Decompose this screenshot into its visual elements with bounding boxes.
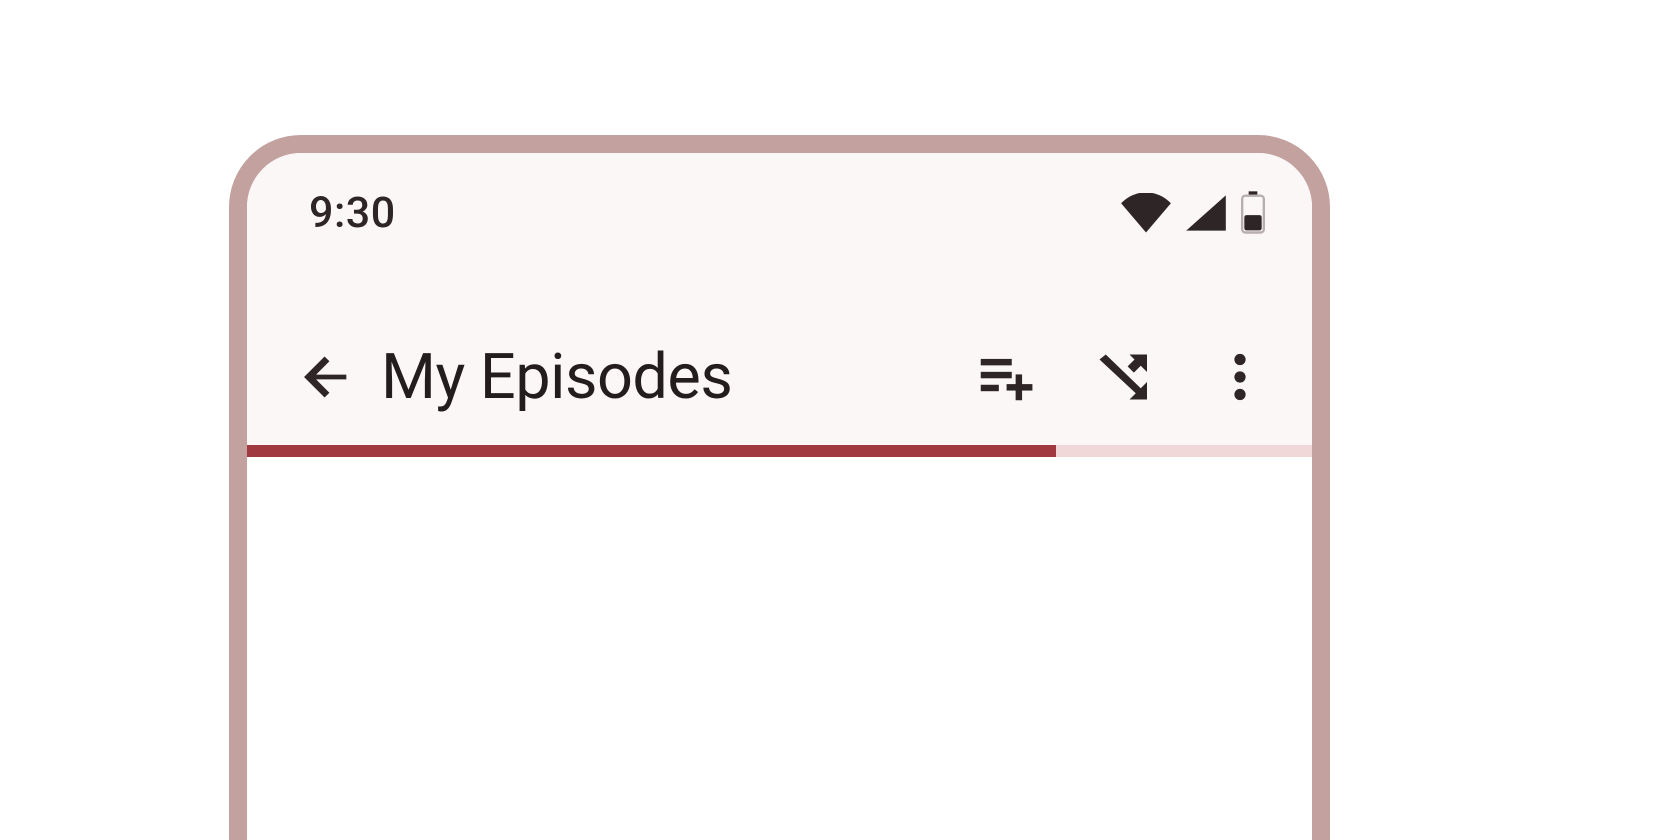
progress-bar-fill [247,445,1056,457]
more-vert-icon [1216,347,1264,407]
playlist-add-icon [973,346,1035,408]
progress-bar [247,445,1312,457]
playlist-add-button[interactable] [954,327,1054,427]
page-title: My Episodes [381,341,732,414]
back-arrow-icon [298,348,356,406]
device-frame: 9:30 [229,135,1330,840]
wifi-icon [1120,193,1172,233]
app-bar: My Episodes [247,309,1312,445]
signal-icon [1184,193,1228,233]
battery-icon [1240,191,1266,235]
shuffle-icon [1092,347,1152,407]
shuffle-button[interactable] [1072,327,1172,427]
more-button[interactable] [1190,327,1290,427]
status-time: 9:30 [309,188,396,238]
status-bar: 9:30 [247,153,1312,273]
screen: 9:30 [247,153,1312,840]
back-button[interactable] [277,327,377,427]
